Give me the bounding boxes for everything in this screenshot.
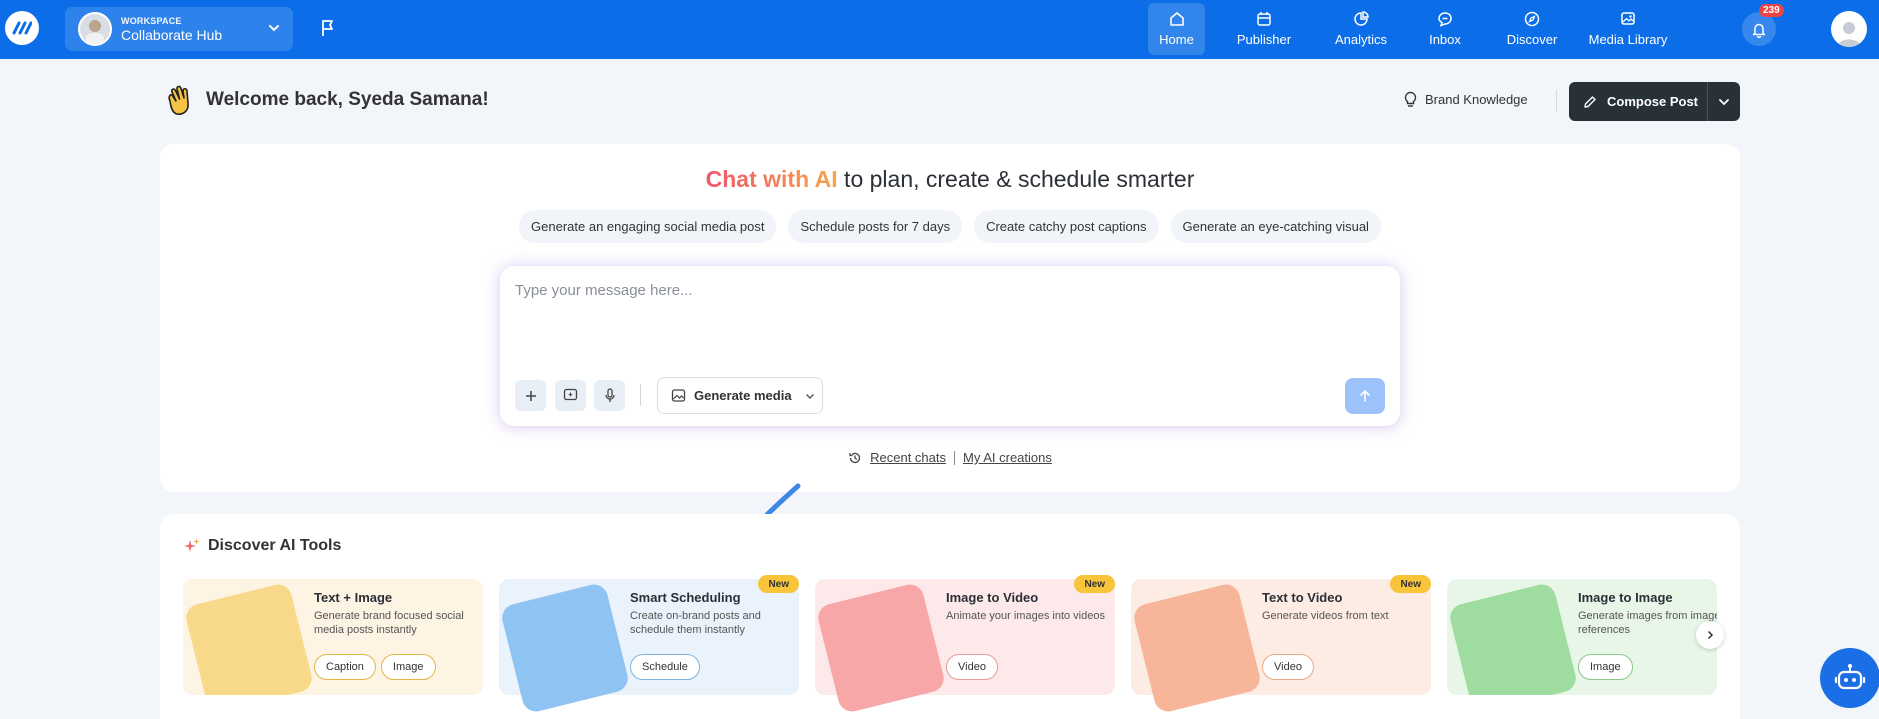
tool-name: Smart Scheduling: [630, 590, 741, 605]
workspace-switcher[interactable]: WORKSPACE Collaborate Hub: [65, 7, 293, 51]
suggestion-chip[interactable]: Schedule posts for 7 days: [788, 210, 963, 243]
tool-card-text-image[interactable]: Text + Image Generate brand focused soci…: [183, 579, 483, 695]
tool-name: Text + Image: [314, 590, 393, 605]
user-icon: [1837, 22, 1861, 47]
pie-chart-icon: [1354, 11, 1369, 26]
tool-card-text-to-video[interactable]: Text to Video Generate videos from text …: [1131, 575, 1431, 715]
tool-tag[interactable]: Image: [1578, 654, 1633, 680]
flag-icon: [322, 20, 333, 36]
suggestion-chip[interactable]: Generate an eye-catching visual: [1170, 210, 1381, 243]
nav-home[interactable]: Home: [1148, 3, 1205, 55]
new-badge: New: [1074, 575, 1115, 593]
user-avatar[interactable]: [1831, 11, 1867, 47]
arrow-up-icon: [1360, 389, 1370, 402]
tool-tag[interactable]: Image: [380, 654, 436, 680]
lightbulb-icon: [1404, 91, 1417, 107]
tool-name: Image to Video: [946, 590, 1039, 605]
header-divider: [1556, 90, 1557, 112]
welcome-message: Welcome back, Syeda Samana!: [206, 89, 489, 110]
recent-chats-link[interactable]: Recent chats: [870, 450, 946, 465]
tool-card-smart-scheduling[interactable]: Smart Scheduling Create on-brand posts a…: [499, 575, 799, 715]
tool-card-image-to-image[interactable]: Image to Image Generate images from imag…: [1447, 579, 1717, 695]
media-icon: [671, 389, 686, 402]
image-to-image-illustration: [1447, 581, 1579, 695]
brand-knowledge-button[interactable]: Brand Knowledge: [1404, 91, 1528, 108]
compose-options-button[interactable]: [1708, 95, 1740, 109]
chat-bubble-icon: [1438, 12, 1452, 27]
history-icon: [849, 452, 861, 463]
nav-publisher[interactable]: Publisher: [1219, 3, 1309, 55]
workspace-avatar: [78, 12, 112, 46]
workspace-name: Collaborate Hub: [121, 26, 223, 43]
text-to-video-illustration: [1131, 581, 1263, 715]
nav-media-library[interactable]: Media Library: [1579, 3, 1677, 55]
sparkles-icon: [184, 538, 200, 552]
tool-name: Text to Video: [1262, 590, 1343, 605]
top-navigation-bar: WORKSPACE Collaborate Hub Home Publisher…: [0, 0, 1879, 59]
workspace-label: WORKSPACE: [121, 15, 182, 26]
tool-description: Generate videos from text: [1262, 610, 1389, 622]
compose-post-control: Compose Post: [1569, 82, 1740, 121]
nav-inbox[interactable]: Inbox: [1413, 3, 1477, 55]
logo-icon: [12, 21, 32, 35]
tool-description: Animate your images into videos: [946, 610, 1105, 622]
ai-assistant-button[interactable]: [1820, 648, 1879, 708]
tool-tag[interactable]: Caption: [314, 654, 376, 680]
notification-count-badge: 239: [1759, 4, 1784, 17]
add-attachment-button[interactable]: [515, 380, 546, 411]
tool-description: Create on-brand posts and schedule them …: [630, 610, 761, 636]
home-icon: [1169, 12, 1184, 26]
chevron-right-icon: [1707, 630, 1714, 640]
waving-hand-icon: [168, 85, 189, 115]
app-logo[interactable]: [5, 11, 39, 45]
chevron-down-icon: [269, 25, 279, 32]
voice-input-button[interactable]: [594, 380, 625, 411]
nav-discover[interactable]: Discover: [1497, 3, 1567, 55]
carousel-next-button[interactable]: [1696, 621, 1724, 649]
pencil-icon: [1584, 95, 1596, 108]
discover-ai-tools-heading: Discover AI Tools: [184, 537, 341, 555]
new-badge: New: [758, 575, 799, 593]
suggestion-chip[interactable]: Create catchy post captions: [974, 210, 1159, 243]
tool-name: Image to Image: [1578, 590, 1673, 605]
chat-composer: Generate media: [500, 266, 1400, 426]
ai-prompt-button[interactable]: [555, 380, 586, 411]
tool-tag[interactable]: Schedule: [630, 654, 700, 680]
plus-icon: [525, 390, 536, 401]
tool-tag[interactable]: Video: [1262, 654, 1314, 680]
send-message-button[interactable]: [1345, 378, 1385, 414]
generate-media-dropdown[interactable]: Generate media: [657, 377, 823, 414]
chat-links: Recent chats My AI creations: [160, 450, 1740, 465]
notifications-button[interactable]: [1742, 12, 1776, 46]
image-to-video-illustration: [815, 581, 947, 715]
calendar-icon: [1257, 12, 1271, 26]
prompt-suggestions: Generate an engaging social media post S…: [160, 210, 1740, 243]
bell-icon: [1752, 23, 1766, 38]
tool-card-image-to-video[interactable]: Image to Video Animate your images into …: [815, 575, 1115, 715]
tool-tag[interactable]: Video: [946, 654, 998, 680]
text-image-illustration: [183, 581, 315, 695]
compose-post-button[interactable]: Compose Post: [1569, 94, 1707, 109]
flag-button[interactable]: [320, 19, 336, 42]
suggestion-chip[interactable]: Generate an engaging social media post: [519, 210, 777, 243]
image-gallery-icon: [1621, 12, 1635, 25]
new-badge: New: [1390, 575, 1431, 593]
tool-description: Generate brand focused social media post…: [314, 610, 464, 636]
robot-icon: [1834, 664, 1866, 690]
compass-icon: [1524, 11, 1540, 27]
chat-heading: Chat with AI to plan, create & schedule …: [705, 166, 1195, 192]
chevron-down-icon: [1719, 98, 1729, 105]
my-ai-creations-link[interactable]: My AI creations: [963, 450, 1052, 465]
sparkle-message-icon: [563, 388, 578, 401]
welcome-row: Welcome back, Syeda Samana!: [162, 83, 489, 117]
microphone-icon: [604, 388, 615, 402]
chevron-down-icon: [805, 393, 814, 399]
main-nav: Home Publisher Analytics Inbox Discover …: [1148, 3, 1677, 55]
calendar-clock-illustration: [499, 581, 631, 715]
chat-message-input[interactable]: [515, 282, 1375, 299]
nav-analytics[interactable]: Analytics: [1317, 3, 1405, 55]
